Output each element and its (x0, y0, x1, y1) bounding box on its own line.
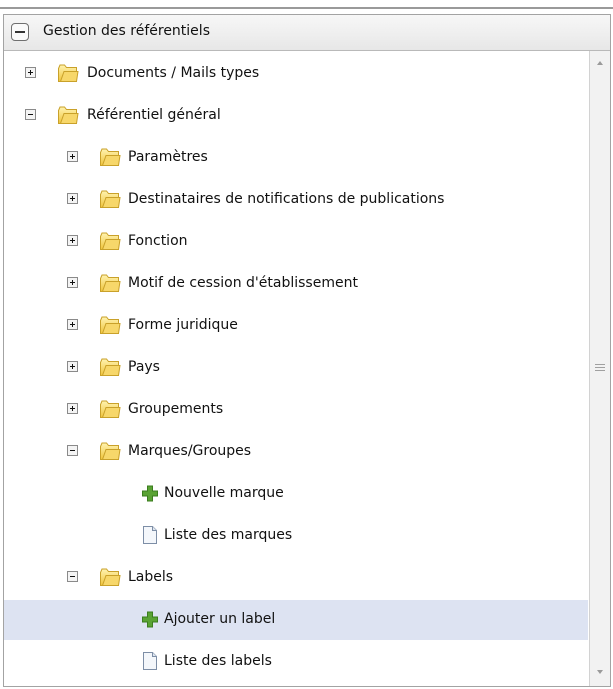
tree-item-nouvelle-marque[interactable]: Nouvelle marque (4, 474, 588, 514)
tree-item-ajouter-un-label[interactable]: Ajouter un label (4, 600, 588, 640)
green-plus-icon (142, 485, 158, 502)
top-divider (0, 7, 613, 9)
expand-toggle-icon[interactable] (67, 403, 78, 414)
scroll-up-arrow-icon[interactable] (592, 55, 608, 71)
green-plus-icon (142, 611, 158, 628)
tree-item-label: Motif de cession d'établissement (128, 275, 358, 291)
folder-icon (100, 316, 121, 334)
tree-item-liste-des-labels[interactable]: Liste des labels (4, 642, 588, 682)
folder-icon (58, 64, 79, 82)
tree-item-label: Ajouter un label (164, 611, 276, 627)
vertical-scrollbar[interactable] (589, 51, 610, 686)
tree-item-labels[interactable]: Labels (4, 558, 588, 598)
tree-item-label: Liste des labels (164, 653, 272, 669)
folder-icon (100, 274, 121, 292)
tree-item-label: Nouvelle marque (164, 485, 284, 501)
folder-open-icon (100, 568, 121, 586)
tree-item-label: Labels (128, 569, 174, 585)
expand-toggle-icon[interactable] (67, 319, 78, 330)
referentials-panel: Gestion des référentiels Documents / Mai… (3, 14, 611, 687)
tree-item-fonction[interactable]: Fonction (4, 222, 588, 262)
expand-toggle-icon[interactable] (67, 361, 78, 372)
folder-icon (100, 400, 121, 418)
scroll-down-arrow-icon[interactable] (592, 664, 608, 680)
folder-icon (100, 358, 121, 376)
tree-item-liste-des-marques[interactable]: Liste des marques (4, 516, 588, 556)
tree-item-documents-mails-types[interactable]: Documents / Mails types (4, 54, 588, 94)
tree-item-label: Marques/Groupes (128, 443, 252, 459)
collapse-toggle-icon[interactable] (67, 571, 78, 582)
tree-item-groupements[interactable]: Groupements (4, 390, 588, 430)
tree-item-marques-groupes[interactable]: Marques/Groupes (4, 432, 588, 472)
tree-item-label: Paramètres (128, 149, 208, 165)
panel-title: Gestion des référentiels (43, 23, 210, 39)
folder-open-icon (100, 442, 121, 460)
tree-item-motif-cession[interactable]: Motif de cession d'établissement (4, 264, 588, 304)
tree-item-label: Fonction (128, 233, 188, 249)
tree-item-parametres[interactable]: Paramètres (4, 138, 588, 178)
panel-header[interactable]: Gestion des référentiels (4, 15, 610, 51)
collapse-panel-button[interactable] (11, 23, 29, 41)
tree-item-label: Pays (128, 359, 160, 375)
collapse-toggle-icon[interactable] (67, 445, 78, 456)
tree-item-label: Référentiel général (87, 107, 221, 123)
folder-icon (100, 232, 121, 250)
expand-toggle-icon[interactable] (67, 193, 78, 204)
folder-icon (100, 190, 121, 208)
expand-toggle-icon[interactable] (67, 151, 78, 162)
expand-toggle-icon[interactable] (67, 277, 78, 288)
expand-toggle-icon[interactable] (67, 235, 78, 246)
tree-item-label: Forme juridique (128, 317, 238, 333)
referentials-tree: Documents / Mails types Référentiel géné… (4, 51, 588, 686)
collapse-toggle-icon[interactable] (25, 109, 36, 120)
tree-item-label: Documents / Mails types (87, 65, 260, 81)
document-icon (143, 652, 157, 670)
expand-toggle-icon[interactable] (25, 67, 36, 78)
scrollbar-grip-icon[interactable] (595, 363, 605, 371)
tree-item-forme-juridique[interactable]: Forme juridique (4, 306, 588, 346)
tree-item-pays[interactable]: Pays (4, 348, 588, 388)
folder-icon (100, 148, 121, 166)
tree-item-destinataires-notifications[interactable]: Destinataires de notifications de public… (4, 180, 588, 220)
tree-item-referentiel-general[interactable]: Référentiel général (4, 96, 588, 136)
tree-item-label: Groupements (128, 401, 224, 417)
document-icon (143, 526, 157, 544)
folder-open-icon (58, 106, 79, 124)
tree-item-label: Destinataires de notifications de public… (128, 191, 445, 207)
tree-item-label: Liste des marques (164, 527, 293, 543)
